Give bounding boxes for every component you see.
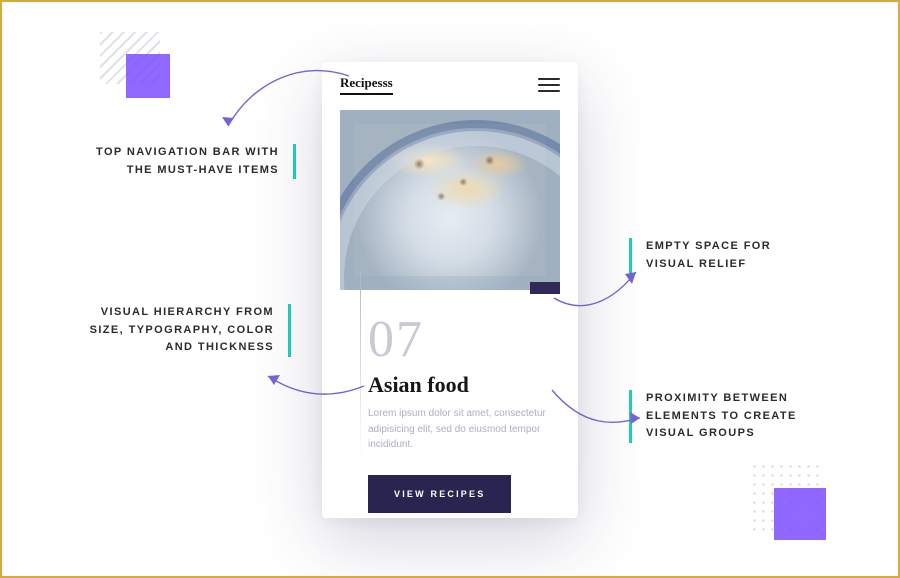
phone-top-bar: Recipesss	[322, 62, 578, 108]
design-canvas: TOP NAVIGATION BAR WITH THE MUST-HAVE IT…	[54, 20, 846, 556]
outer-gold-frame: TOP NAVIGATION BAR WITH THE MUST-HAVE IT…	[0, 0, 900, 578]
purple-square-bottom-right	[774, 488, 826, 540]
card-number: 07	[368, 314, 560, 366]
hero-food-image	[340, 110, 560, 290]
phone-mockup: Recipesss 07 Asian food Lorem ipsum dolo…	[322, 62, 578, 518]
annotation-proximity: PROXIMITY BETWEEN ELEMENTS TO CREATE VIS…	[629, 390, 834, 443]
vertical-divider	[360, 272, 361, 462]
accent-bar	[530, 282, 560, 294]
card-title: Asian food	[368, 372, 560, 398]
plate-ring-decoration	[340, 120, 560, 290]
annotation-visual-hierarchy: VISUAL HIERARCHY FROM SIZE, TYPOGRAPHY, …	[64, 304, 291, 357]
hamburger-menu-icon[interactable]	[538, 78, 560, 92]
annotation-empty-space: EMPTY SPACE FOR VISUAL RELIEF	[629, 238, 816, 273]
brand-logo[interactable]: Recipesss	[340, 75, 393, 95]
card-description: Lorem ipsum dolor sit amet, consectetur …	[368, 406, 548, 453]
purple-square-top-left	[126, 54, 170, 98]
recipe-card: 07 Asian food Lorem ipsum dolor sit amet…	[368, 314, 560, 513]
view-recipes-button[interactable]: VIEW RECIPES	[368, 475, 511, 513]
annotation-top-navigation: TOP NAVIGATION BAR WITH THE MUST-HAVE IT…	[94, 144, 296, 179]
